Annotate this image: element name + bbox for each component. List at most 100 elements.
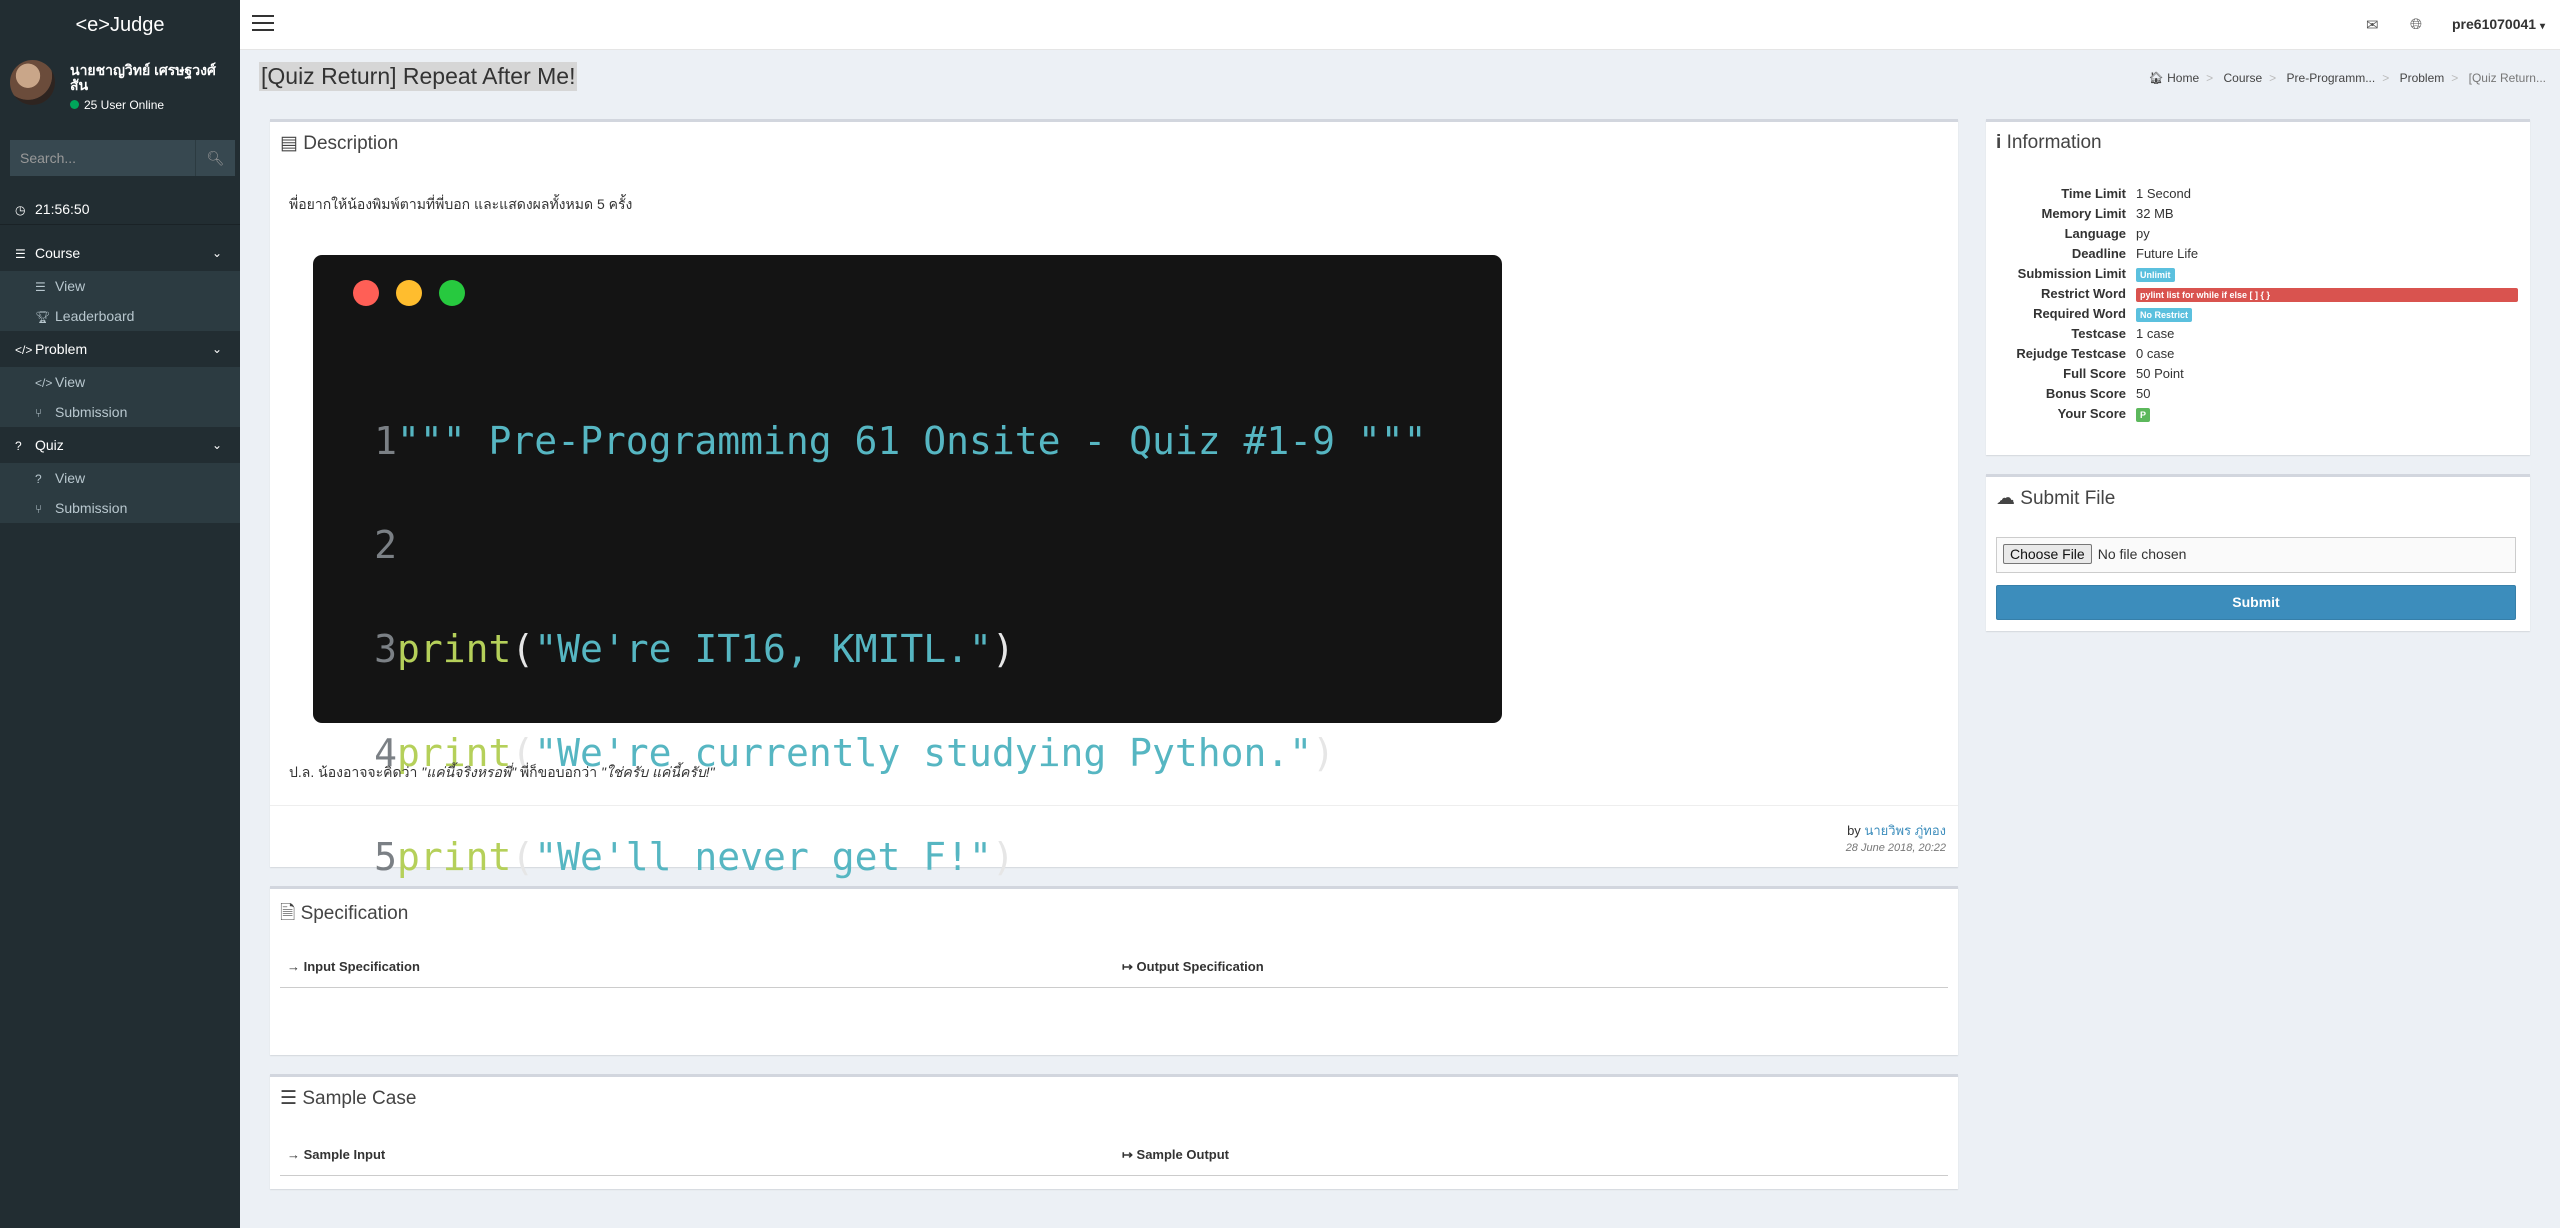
sidebar-item-problem-submission[interactable]: ⑂ Submission [0, 397, 240, 427]
code-image: 1""" Pre-Programming 61 Onsite - Quiz #1… [313, 255, 1502, 983]
info-row-language: Language py [2064, 226, 2150, 241]
chevron-down-icon: ⌄ [211, 342, 222, 356]
list-ol-icon: ☰ [280, 1088, 298, 1109]
sidebar-item-label: Problem [35, 341, 88, 357]
status-badge: Unlimit [2136, 268, 2175, 282]
chevron-down-icon: ⌄ [211, 246, 222, 260]
question-icon: ? [15, 439, 22, 453]
window-maximize-dot [439, 280, 465, 306]
question-icon: ? [35, 472, 42, 486]
trophy-icon: 🏆︎ [35, 310, 51, 324]
info-row-rejudge-testcase: Rejudge Testcase 0 case [2016, 346, 2175, 361]
sample-input-label: → Sample Input [287, 1147, 386, 1162]
sign-in-icon: → [287, 959, 300, 974]
submit-button[interactable]: Submit [1996, 585, 2516, 620]
code-fork-icon: ⑂ [35, 406, 43, 420]
output-spec-label: ↦ Output Specification [1122, 959, 1264, 974]
user-name: นายชาญวิทย์ เศรษฐวงศ์ สัน [70, 62, 216, 93]
code-icon: </> [15, 343, 33, 357]
sidebar: <e>Judge นายชาญวิทย์ เศรษฐวงศ์ สัน 25 Us… [0, 0, 240, 1228]
sidebar-item-course-view[interactable]: ☰ View [0, 271, 240, 301]
code-fork-icon: ⑂ [35, 502, 43, 516]
avatar [10, 60, 55, 105]
info-row-restrict-word: Restrict Word pylint list for while if el… [1996, 284, 2518, 304]
submit-file-title: ☁ Submit File [1996, 488, 2116, 509]
sidebar-item-label: View [55, 278, 86, 294]
choose-file-button[interactable]: Choose File [2003, 544, 2092, 564]
input-spec-label: → Input Specification [287, 959, 420, 974]
sidebar-item-label: Course [35, 245, 81, 261]
sidebar-item-problem-view[interactable]: </> View [0, 367, 240, 397]
quiz-submenu: ? View ⑂ Submission [0, 463, 240, 523]
envelope-icon[interactable]: ✉ [2366, 16, 2379, 34]
info-row-submission-limit: Submission Limit Unlimit [1996, 264, 2518, 284]
sidebar-item-quiz[interactable]: ? Quiz ⌄ [0, 427, 240, 463]
server-time-value: 21:56:50 [35, 201, 90, 217]
status-badge: No Restrict [2136, 308, 2193, 322]
course-submenu: ☰ View 🏆︎ Leaderboard [0, 271, 240, 331]
list-icon: ☰ [35, 280, 46, 294]
information-title: i Information [1996, 132, 2102, 153]
sidebar-item-problem[interactable]: </> Problem ⌄ [0, 331, 240, 367]
author-link[interactable]: นายวิพร ภู่ทอง [1864, 823, 1946, 838]
problem-submenu: </> View ⑂ Submission [0, 367, 240, 427]
sidebar-item-course[interactable]: ☰ Course ⌄ [0, 235, 240, 271]
sidebar-item-label: View [55, 374, 86, 390]
sidebar-item-label: Leaderboard [55, 308, 135, 324]
info-row-time-limit: Time Limit 1 Second [2061, 186, 2191, 201]
author-line: by นายวิพร ภู่ทอง [1847, 823, 1946, 838]
description-intro: พี่อยากให้น้องพิมพ์ตามที่พี่บอก และแสดงผ… [289, 196, 633, 212]
home-icon: 🏠︎ [2148, 71, 2164, 85]
info-row-deadline: Deadline Future Life [2071, 246, 2199, 261]
code-line: 5print("We'll never get F!") [374, 835, 1015, 879]
information-table: Time Limit 1 Second Memory Limit 32 MB Lan… [1996, 184, 2518, 424]
information-box: i Information Time Limit 1 Second Memory … [1986, 119, 2530, 455]
info-row-testcase: Testcase 1 case [2071, 326, 2175, 341]
user-menu[interactable]: pre61070041 ▾ [2452, 16, 2545, 32]
sidebar-item-label: Submission [55, 500, 128, 516]
description-box: ▤ Description พี่อยากให้น้องพิมพ์ตามที่พ… [270, 119, 1958, 983]
breadcrumb-course[interactable]: Course [2223, 71, 2262, 85]
file-text-icon: 🗎︎ [280, 903, 296, 924]
search-input[interactable] [10, 140, 195, 176]
breadcrumb-problem[interactable]: Problem [2400, 71, 2445, 85]
globe-icon[interactable]: 🌐︎ [2410, 16, 2422, 33]
post-date: 28 June 2018, 20:22 [1845, 842, 1946, 854]
breadcrumb-current: [Quiz Return... [2468, 71, 2546, 85]
sidebar-item-quiz-submission[interactable]: ⑂ Submission [0, 493, 240, 523]
menu-toggle-icon[interactable] [252, 15, 274, 33]
window-minimize-dot [396, 280, 422, 306]
file-status: No file chosen [2097, 546, 2187, 562]
list-icon: ☰ [15, 247, 26, 261]
divider [270, 805, 1958, 806]
sidebar-item-quiz-view[interactable]: ? View [0, 463, 240, 493]
sidebar-item-leaderboard[interactable]: 🏆︎ Leaderboard [0, 301, 240, 331]
code-line: 3print("We're IT16, KMITL.") [374, 627, 1015, 671]
sign-out-icon: ↦ [1122, 959, 1133, 974]
sidebar-menu: ☰ Course ⌄ ☰ View 🏆︎ Leaderboard </> Problem… [0, 235, 240, 523]
cloud-upload-icon: ☁ [1996, 488, 2015, 509]
online-count: 25 User Online [84, 98, 165, 112]
list-alt-icon: ▤ [280, 133, 298, 154]
online-status: 25 User Online [70, 98, 164, 112]
clock-icon: ◷ [15, 203, 26, 217]
status-badge: P [2136, 408, 2151, 422]
file-input[interactable]: Choose File No file chosen [1996, 537, 2516, 573]
app-logo[interactable]: <e>Judge [0, 0, 240, 50]
sidebar-item-label: Submission [55, 404, 128, 420]
info-row-bonus-score: Bonus Score 50 [2045, 386, 2151, 401]
breadcrumb-course-name[interactable]: Pre-Programm... [2287, 71, 2376, 85]
sidebar-search: 🔍︎ [10, 140, 235, 176]
code-line: 1""" Pre-Programming 61 Onsite - Quiz #1… [374, 419, 1427, 463]
breadcrumb: 🏠︎ Home > Course > Pre-Programm... > Proble… [2148, 71, 2546, 85]
username: pre61070041 [2452, 16, 2537, 32]
divider [280, 1175, 1948, 1176]
sidebar-item-label: Quiz [35, 437, 64, 453]
page-title: [Quiz Return] Repeat After Me! [259, 62, 578, 91]
search-button[interactable]: 🔍︎ [195, 140, 235, 176]
breadcrumb-home[interactable]: Home [2167, 71, 2199, 85]
description-title: ▤ Description [280, 133, 399, 154]
chevron-down-icon: ⌄ [211, 438, 222, 452]
sign-in-icon: → [287, 1147, 300, 1162]
info-row-required-word: Required Word No Restrict [1996, 304, 2518, 324]
